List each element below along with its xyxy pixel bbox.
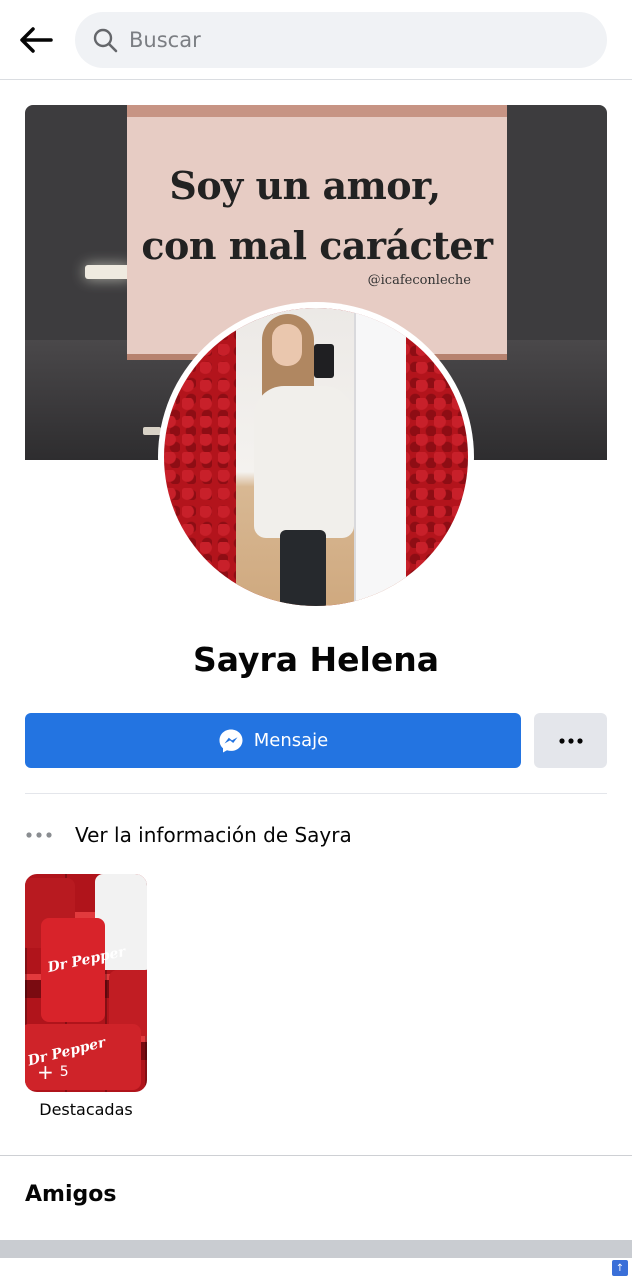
featured-collection[interactable]: Dr Pepper Dr Pepper + 5	[25, 874, 147, 1092]
more-horizontal-icon	[558, 737, 583, 744]
featured-count-badge: + 5	[37, 1062, 69, 1082]
featured-count: 5	[59, 1064, 69, 1080]
cover-sign-line2: con mal carácter	[141, 223, 493, 268]
section-separator	[0, 1240, 632, 1258]
profile-name: Sayra Helena	[192, 640, 440, 679]
profile-avatar[interactable]	[158, 302, 474, 612]
back-button[interactable]	[14, 20, 58, 60]
divider	[25, 793, 607, 794]
more-options-button[interactable]	[534, 713, 607, 768]
view-info-label: Ver la información de Sayra	[75, 823, 352, 847]
view-info-link[interactable]: Ver la información de Sayra	[25, 815, 607, 855]
message-button-label: Mensaje	[253, 730, 329, 751]
more-dots-icon	[25, 832, 55, 838]
ceiling-light-small	[143, 427, 161, 435]
plus-icon: +	[37, 1060, 54, 1084]
messenger-icon	[218, 728, 244, 754]
cover-sign-line1: Soy un amor,	[169, 163, 441, 208]
corner-badge-icon: ↑	[612, 1260, 628, 1276]
search-bar[interactable]	[75, 12, 607, 68]
avatar-image	[164, 308, 468, 606]
back-arrow-icon	[20, 27, 53, 53]
ceiling-light	[85, 265, 131, 279]
featured-caption: Destacadas	[39, 1100, 133, 1119]
message-button[interactable]: Mensaje	[25, 713, 521, 768]
section-divider	[0, 1155, 632, 1156]
top-bar	[0, 0, 632, 80]
search-icon	[91, 26, 119, 54]
search-input[interactable]	[129, 28, 569, 52]
cover-sign-handle: @icafeconleche	[367, 273, 471, 288]
friends-section-title: Amigos	[25, 1182, 117, 1207]
avatar-photo	[236, 308, 406, 606]
